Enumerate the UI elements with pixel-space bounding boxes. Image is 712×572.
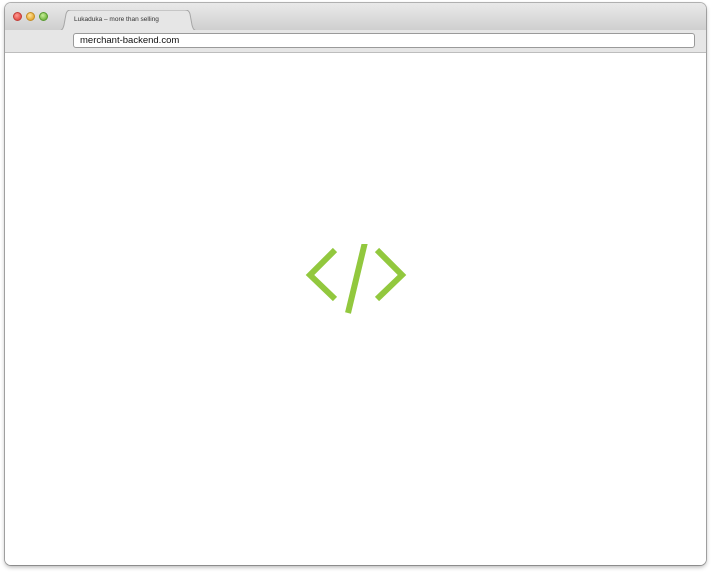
maximize-window-button[interactable] [39,12,48,21]
browser-tab[interactable]: Lukaduka – more than selling [57,10,199,32]
minimize-window-button[interactable] [26,12,35,21]
browser-window: Lukaduka – more than selling merchant-ba… [5,3,706,565]
close-window-button[interactable] [13,12,22,21]
browser-toolbar: merchant-backend.com [5,30,706,53]
page-content [5,53,706,565]
code-brackets-icon [305,244,407,314]
address-bar[interactable]: merchant-backend.com [73,33,695,48]
address-text: merchant-backend.com [80,35,180,46]
tab-title: Lukaduka – more than selling [74,16,159,23]
title-bar: Lukaduka – more than selling [5,3,706,32]
